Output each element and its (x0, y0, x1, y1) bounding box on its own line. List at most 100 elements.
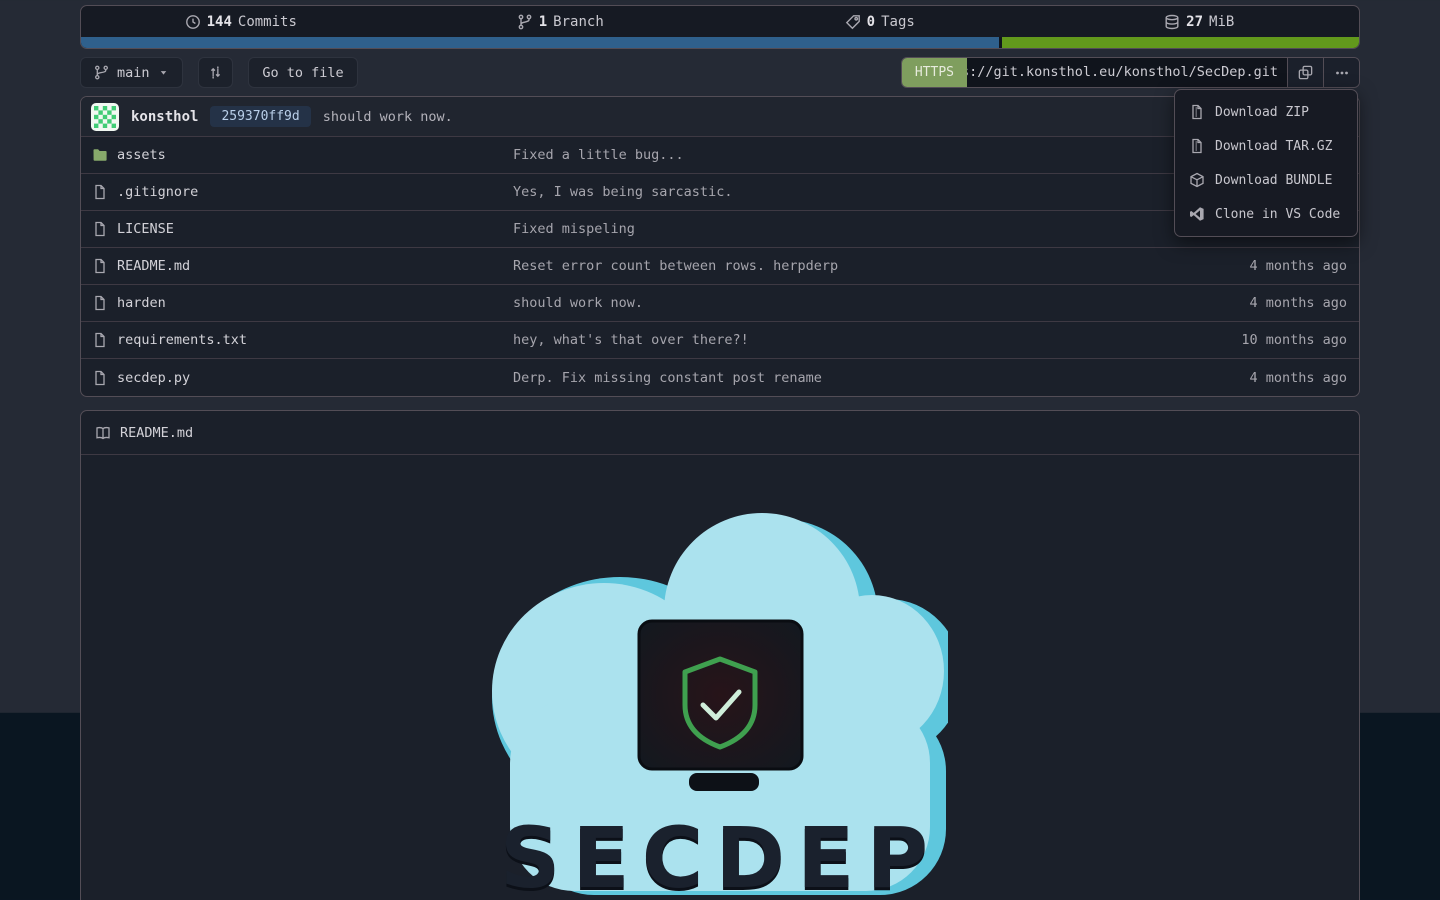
repo-stat-branch[interactable]: 1Branch (401, 6, 721, 37)
repo-stat-tags[interactable]: 0 Tags (720, 6, 1040, 37)
file-rows: assets Fixed a little bug... .gitignore Yes… (81, 137, 1359, 396)
file-commit-age: 4 months ago (1139, 370, 1359, 386)
readme-panel: README.md (80, 410, 1360, 900)
commit-message[interactable]: should work now. (323, 109, 453, 125)
file-commit-message[interactable]: Yes, I was being sarcastic. (513, 184, 1139, 200)
file-commit-message[interactable]: Derp. Fix missing constant post rename (513, 370, 1139, 386)
file-commit-message[interactable]: Fixed mispeling (513, 221, 1139, 237)
file-commit-age: 4 months ago (1139, 258, 1359, 274)
file-name: LICENSE (117, 221, 174, 237)
branch-selector[interactable]: main (80, 57, 183, 88)
clone-url-value: https://git.konsthol.eu/konsthol/SecDep.… (967, 64, 1278, 80)
file-icon (92, 258, 108, 274)
compare-branches-button[interactable] (198, 57, 233, 88)
file-name-cell[interactable]: assets (81, 147, 513, 163)
clone-more-menu-button[interactable] (1323, 58, 1359, 87)
menu-item-clone-in-vs-code[interactable]: Clone in VS Code (1175, 197, 1357, 231)
file-name: assets (117, 147, 166, 163)
go-to-file-label: Go to file (262, 65, 343, 81)
menu-item-label: Download ZIP (1215, 105, 1309, 120)
tag-icon (845, 14, 861, 30)
commit-author[interactable]: konsthol (131, 109, 198, 125)
menu-item-label: Clone in VS Code (1215, 207, 1340, 222)
database-icon (1164, 14, 1180, 30)
menu-item-download-bundle[interactable]: Download BUNDLE (1175, 163, 1357, 197)
branch-label: main (117, 65, 150, 81)
file-name-cell[interactable]: README.md (81, 258, 513, 274)
table-row: .gitignore Yes, I was being sarcastic. (81, 174, 1359, 211)
ellipsis-icon (1334, 65, 1350, 81)
file-commit-message[interactable]: Fixed a little bug... (513, 147, 1139, 163)
https-protocol-button[interactable]: HTTPS (902, 58, 967, 87)
file-list-panel: konsthol 259370ff9d should work now. ass… (80, 96, 1360, 397)
file-name-cell[interactable]: .gitignore (81, 184, 513, 200)
repo-toolbar: main Go to file HTTPS https://git.konsth… (80, 57, 1360, 88)
file-commit-message[interactable]: hey, what's that over there?! (513, 332, 1139, 348)
file-icon (92, 184, 108, 200)
stat-label: MiB (1209, 14, 1234, 30)
stat-label: Commits (238, 14, 297, 30)
package-icon (1189, 172, 1205, 188)
file-name: .gitignore (117, 184, 198, 200)
svg-text:SECDEP: SECDEP (500, 809, 940, 900)
chevron-down-icon (158, 67, 169, 78)
file-name: requirements.txt (117, 332, 247, 348)
branch-icon (94, 65, 109, 80)
table-row: LICENSE Fixed mispeling (81, 211, 1359, 248)
copy-icon (1297, 64, 1314, 81)
menu-item-download-zip[interactable]: Download ZIP (1175, 95, 1357, 129)
stat-value: 27 (1186, 14, 1203, 30)
readme-title: README.md (120, 425, 193, 441)
table-row: README.md Reset error count between rows.… (81, 248, 1359, 285)
compare-icon (208, 65, 223, 80)
language-segment-green[interactable] (1002, 37, 1359, 49)
secdep-logo-image: SECDEP SECDEP (492, 509, 948, 900)
repo-stats-row: 144 Commits 1Branch 0 Tags 27 MiB (81, 6, 1359, 37)
table-row: secdep.py Derp. Fix missing constant post… (81, 359, 1359, 396)
language-segment-blue[interactable] (81, 37, 999, 49)
latest-commit-row: konsthol 259370ff9d should work now. (81, 97, 1359, 137)
file-icon (92, 332, 108, 348)
file-commit-message[interactable]: should work now. (513, 295, 1139, 311)
clone-url-group: HTTPS https://git.konsthol.eu/konsthol/S… (901, 57, 1360, 88)
stat-value: 0 (867, 14, 875, 30)
go-to-file-button[interactable]: Go to file (248, 57, 357, 88)
vscode-icon (1189, 206, 1205, 222)
menu-item-label: Download TAR.GZ (1215, 139, 1332, 154)
folder-icon (92, 147, 108, 163)
table-row: harden should work now.4 months ago (81, 285, 1359, 322)
avatar[interactable] (91, 103, 119, 131)
repo-stat-commits[interactable]: 144 Commits (81, 6, 401, 37)
history-icon (185, 14, 201, 30)
book-icon (95, 425, 111, 441)
commit-hash-badge[interactable]: 259370ff9d (210, 106, 310, 127)
file-icon (92, 295, 108, 311)
language-bar[interactable] (81, 37, 1359, 49)
file-name: README.md (117, 258, 190, 274)
file-commit-age: 4 months ago (1139, 295, 1359, 311)
file-commit-message[interactable]: Reset error count between rows. herpderp (513, 258, 1139, 274)
table-row: requirements.txt hey, what's that over th… (81, 322, 1359, 359)
stat-value: 144 (207, 14, 232, 30)
menu-item-download-tar-gz[interactable]: Download TAR.GZ (1175, 129, 1357, 163)
repo-stats-panel: 144 Commits 1Branch 0 Tags 27 MiB (80, 5, 1360, 49)
stat-label: Tags (881, 14, 915, 30)
file-icon (92, 221, 108, 237)
file-name-cell[interactable]: secdep.py (81, 370, 513, 386)
repo-stat-mib[interactable]: 27 MiB (1040, 6, 1360, 37)
clone-dropdown-menu: Download ZIP Download TAR.GZ Download BUND… (1174, 89, 1358, 237)
file-name-cell[interactable]: harden (81, 295, 513, 311)
file-name-cell[interactable]: requirements.txt (81, 332, 513, 348)
zip-file-icon (1189, 138, 1205, 154)
clone-url-input[interactable]: https://git.konsthol.eu/konsthol/SecDep.… (967, 58, 1287, 87)
table-row: assets Fixed a little bug... (81, 137, 1359, 174)
menu-item-label: Download BUNDLE (1215, 173, 1332, 188)
zip-file-icon (1189, 104, 1205, 120)
readme-body: SECDEP SECDEP (81, 455, 1359, 900)
stat-label: Branch (553, 14, 604, 30)
branch-icon (517, 14, 533, 30)
file-name: harden (117, 295, 166, 311)
copy-url-button[interactable] (1287, 58, 1323, 87)
file-name-cell[interactable]: LICENSE (81, 221, 513, 237)
file-name: secdep.py (117, 370, 190, 386)
